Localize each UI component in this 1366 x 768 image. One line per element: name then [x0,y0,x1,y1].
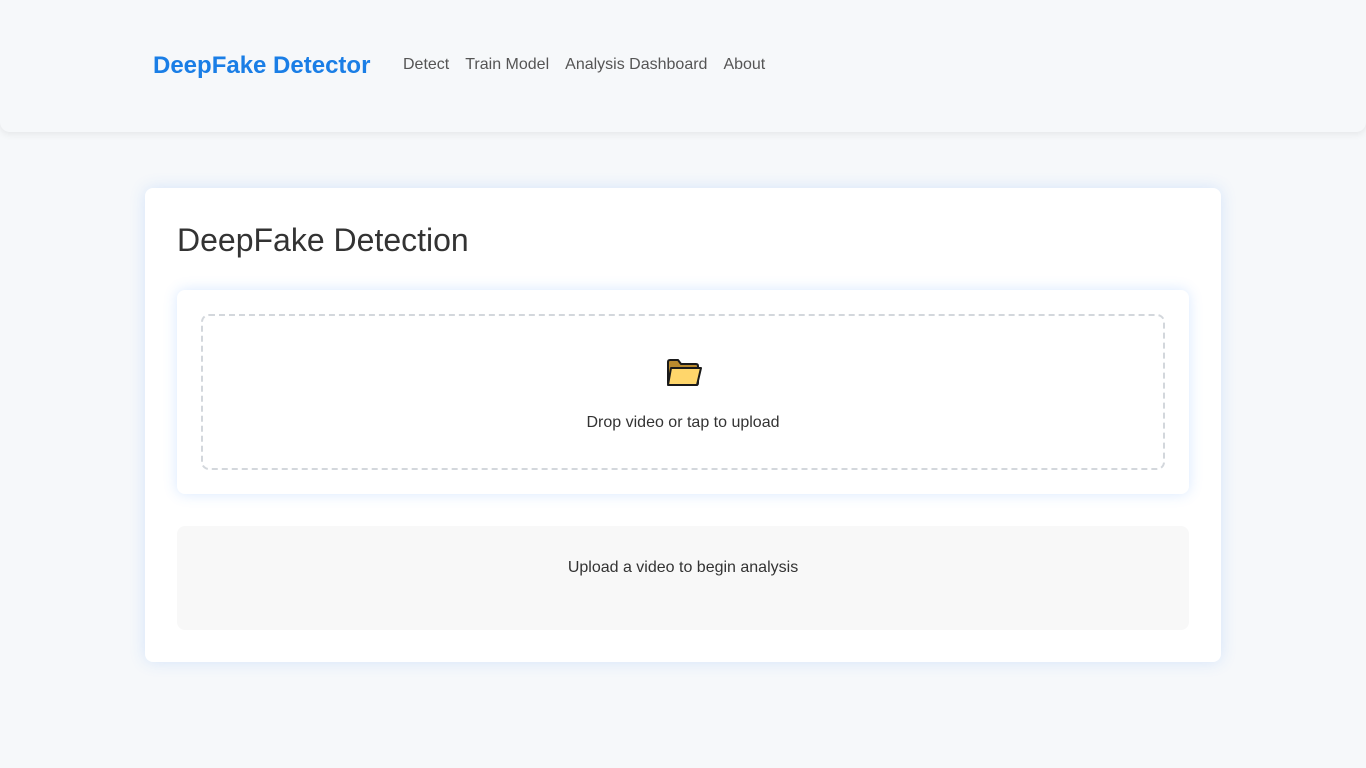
top-navigation-bar: DeepFake Detector Detect Train Model Ana… [0,0,1366,132]
status-message: Upload a video to begin analysis [567,559,799,576]
brand-logo[interactable]: DeepFake Detector [153,52,370,80]
upload-panel: Drop video or tap to upload [177,290,1189,494]
page-title: DeepFake Detection [177,222,469,258]
video-dropzone[interactable]: Drop video or tap to upload [201,314,1165,470]
main-nav: Detect Train Model Analysis Dashboard Ab… [403,56,765,74]
detection-card: DeepFake Detection Drop video or tap to … [145,188,1221,662]
nav-about[interactable]: About [723,56,765,74]
analysis-status-panel: Upload a video to begin analysis [177,526,1189,630]
nav-detect[interactable]: Detect [403,56,449,74]
dropzone-label: Drop video or tap to upload [586,414,780,431]
nav-analysis-dashboard[interactable]: Analysis Dashboard [565,56,707,74]
nav-train-model[interactable]: Train Model [465,56,549,74]
folder-icon [665,356,703,388]
